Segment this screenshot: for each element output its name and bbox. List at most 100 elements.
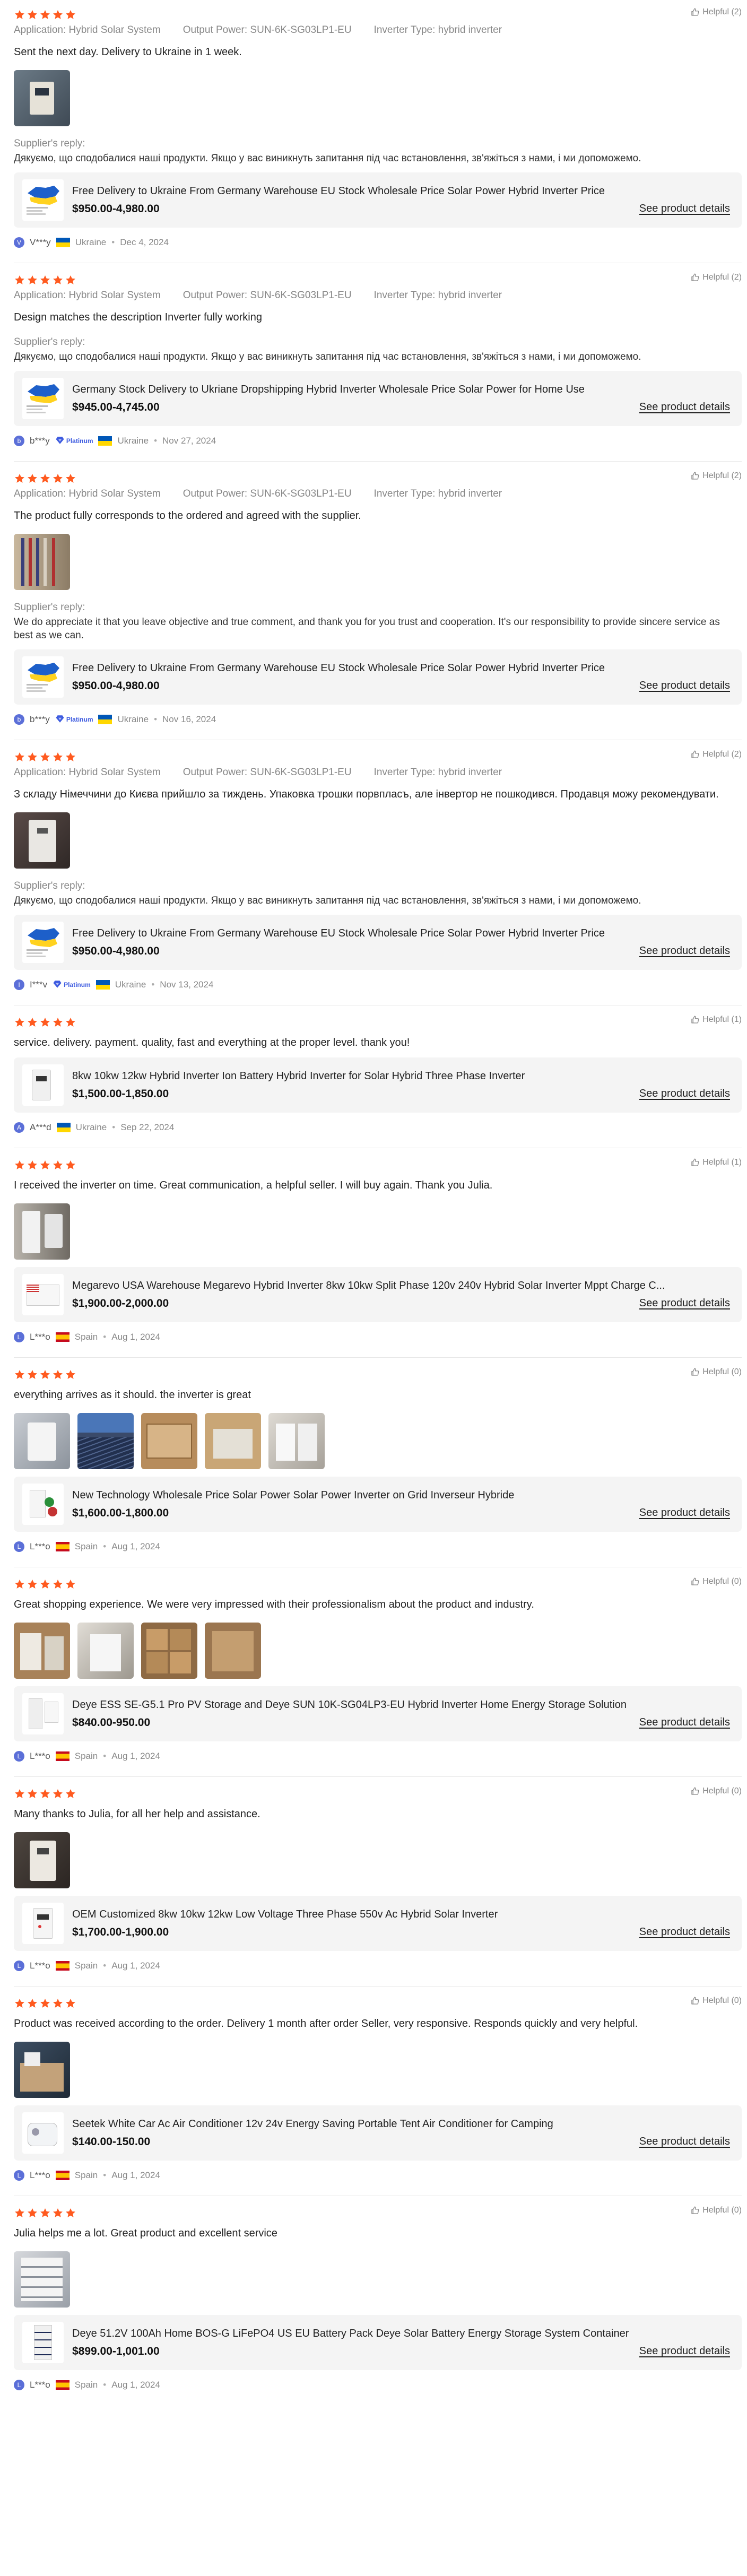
attr-label: Output Power: bbox=[183, 488, 248, 499]
thumbs-up-icon bbox=[690, 750, 700, 759]
helpful-button[interactable]: Helpful (2) bbox=[690, 471, 742, 481]
see-product-details-link[interactable]: See product details bbox=[639, 401, 730, 413]
attr-value: Hybrid Solar System bbox=[68, 488, 161, 499]
product-card[interactable]: New Technology Wholesale Price Solar Pow… bbox=[14, 1477, 742, 1532]
star-icon bbox=[52, 274, 64, 286]
helpful-button[interactable]: Helpful (2) bbox=[690, 273, 742, 282]
product-card[interactable]: 8kw 10kw 12kw Hybrid Inverter Ion Batter… bbox=[14, 1057, 742, 1113]
review-photo[interactable] bbox=[77, 1413, 134, 1469]
diamond-icon bbox=[53, 979, 62, 991]
platinum-badge: Platinum bbox=[53, 979, 91, 991]
author-country: Ukraine bbox=[75, 1122, 107, 1132]
star-icon bbox=[65, 1159, 76, 1171]
see-product-details-link[interactable]: See product details bbox=[639, 1088, 730, 1100]
review-photo[interactable] bbox=[14, 1623, 70, 1679]
review-photo[interactable] bbox=[14, 1413, 70, 1469]
helpful-button[interactable]: Helpful (0) bbox=[690, 1786, 742, 1796]
see-product-details-link[interactable]: See product details bbox=[639, 1507, 730, 1519]
product-card[interactable]: Seetek White Car Ac Air Conditioner 12v … bbox=[14, 2105, 742, 2161]
attr-label: Inverter Type: bbox=[374, 24, 436, 36]
product-card[interactable]: Free Delivery to Ukraine From Germany Wa… bbox=[14, 915, 742, 970]
review-author: L L***o Spain • Aug 1, 2024 bbox=[14, 1750, 742, 1763]
review-date: Aug 1, 2024 bbox=[111, 1332, 160, 1342]
product-title[interactable]: OEM Customized 8kw 10kw 12kw Low Voltage… bbox=[72, 1909, 730, 1921]
see-product-details-link[interactable]: See product details bbox=[639, 680, 730, 692]
supplier-reply-label: Supplier's reply: bbox=[14, 336, 85, 348]
rating-stars bbox=[14, 1016, 742, 1029]
star-icon bbox=[52, 1998, 64, 2009]
review-photo[interactable] bbox=[14, 2251, 70, 2308]
see-product-details-link[interactable]: See product details bbox=[639, 945, 730, 957]
review-photos bbox=[14, 1413, 742, 1469]
helpful-button[interactable]: Helpful (1) bbox=[690, 1158, 742, 1167]
product-card[interactable]: Megarevo USA Warehouse Megarevo Hybrid I… bbox=[14, 1267, 742, 1322]
review-photo[interactable] bbox=[205, 1413, 261, 1469]
review-photo[interactable] bbox=[268, 1413, 325, 1469]
star-icon bbox=[65, 473, 76, 484]
star-icon bbox=[65, 274, 76, 286]
helpful-button[interactable]: Helpful (0) bbox=[690, 1577, 742, 1586]
product-title[interactable]: Free Delivery to Ukraine From Germany Wa… bbox=[72, 927, 730, 940]
attr-value: Hybrid Solar System bbox=[68, 24, 161, 36]
see-product-details-link[interactable]: See product details bbox=[639, 1716, 730, 1729]
helpful-button[interactable]: Helpful (0) bbox=[690, 1996, 742, 2006]
supplier-reply-text: We do appreciate it that you leave objec… bbox=[14, 617, 720, 641]
product-title[interactable]: Free Delivery to Ukraine From Germany Wa… bbox=[72, 662, 730, 674]
rating-stars bbox=[14, 274, 742, 287]
review-photo[interactable] bbox=[14, 70, 70, 126]
product-title[interactable]: Seetek White Car Ac Air Conditioner 12v … bbox=[72, 2118, 730, 2130]
review-date: Aug 1, 2024 bbox=[111, 1751, 160, 1761]
review-photo[interactable] bbox=[14, 1832, 70, 1888]
product-title[interactable]: Deye 51.2V 100Ah Home BOS-G LiFePO4 US E… bbox=[72, 2328, 730, 2340]
separator-dot: • bbox=[103, 2170, 107, 2180]
review-photo[interactable] bbox=[14, 1203, 70, 1260]
product-card[interactable]: OEM Customized 8kw 10kw 12kw Low Voltage… bbox=[14, 1896, 742, 1951]
attr-label: Application: bbox=[14, 767, 66, 778]
helpful-button[interactable]: Helpful (0) bbox=[690, 2206, 742, 2215]
review-date: Nov 27, 2024 bbox=[162, 436, 216, 446]
helpful-count: Helpful (1) bbox=[702, 1015, 742, 1024]
review-author: V V***y Ukraine • Dec 4, 2024 bbox=[14, 236, 742, 249]
diamond-icon bbox=[55, 714, 65, 725]
thumbs-up-icon bbox=[690, 1577, 700, 1586]
see-product-details-link[interactable]: See product details bbox=[639, 1297, 730, 1309]
product-title[interactable]: Deye ESS SE-G5.1 Pro PV Storage and Deye… bbox=[72, 1699, 730, 1711]
rating-stars bbox=[14, 751, 742, 764]
review-photo[interactable] bbox=[14, 534, 70, 590]
helpful-button[interactable]: Helpful (0) bbox=[690, 1367, 742, 1377]
product-title[interactable]: 8kw 10kw 12kw Hybrid Inverter Ion Batter… bbox=[72, 1070, 730, 1082]
star-icon bbox=[39, 1017, 51, 1028]
review-photo[interactable] bbox=[77, 1623, 134, 1679]
helpful-button[interactable]: Helpful (2) bbox=[690, 750, 742, 759]
star-icon bbox=[65, 1369, 76, 1381]
review-photo[interactable] bbox=[141, 1413, 197, 1469]
product-title[interactable]: Megarevo USA Warehouse Megarevo Hybrid I… bbox=[72, 1280, 730, 1292]
author-name: L***o bbox=[30, 2380, 50, 2390]
product-title[interactable]: Germany Stock Delivery to Ukriane Dropsh… bbox=[72, 384, 730, 396]
author-country: Ukraine bbox=[75, 237, 107, 247]
author-country: Ukraine bbox=[117, 714, 149, 724]
see-product-details-link[interactable]: See product details bbox=[639, 2345, 730, 2357]
product-title[interactable]: New Technology Wholesale Price Solar Pow… bbox=[72, 1489, 730, 1502]
review-photo[interactable] bbox=[205, 1623, 261, 1679]
avatar: L bbox=[14, 1541, 24, 1552]
thumbs-up-icon bbox=[690, 273, 700, 282]
review-photo[interactable] bbox=[14, 812, 70, 869]
see-product-details-link[interactable]: See product details bbox=[639, 1926, 730, 1938]
product-card[interactable]: Free Delivery to Ukraine From Germany Wa… bbox=[14, 172, 742, 228]
product-price: $1,700.00-1,900.00 bbox=[72, 1926, 169, 1938]
product-title[interactable]: Free Delivery to Ukraine From Germany Wa… bbox=[72, 185, 730, 197]
product-card[interactable]: Deye 51.2V 100Ah Home BOS-G LiFePO4 US E… bbox=[14, 2315, 742, 2370]
see-product-details-link[interactable]: See product details bbox=[639, 2136, 730, 2148]
review-photo[interactable] bbox=[141, 1623, 197, 1679]
author-country: Spain bbox=[74, 1332, 98, 1342]
helpful-button[interactable]: Helpful (2) bbox=[690, 7, 742, 17]
product-card[interactable]: Free Delivery to Ukraine From Germany Wa… bbox=[14, 649, 742, 705]
product-card[interactable]: Deye ESS SE-G5.1 Pro PV Storage and Deye… bbox=[14, 1686, 742, 1741]
star-icon bbox=[39, 1998, 51, 2009]
review-comment: Design matches the description Inverter … bbox=[14, 311, 262, 323]
review-photo[interactable] bbox=[14, 2042, 70, 2098]
helpful-button[interactable]: Helpful (1) bbox=[690, 1015, 742, 1025]
product-card[interactable]: Germany Stock Delivery to Ukriane Dropsh… bbox=[14, 371, 742, 426]
see-product-details-link[interactable]: See product details bbox=[639, 203, 730, 215]
